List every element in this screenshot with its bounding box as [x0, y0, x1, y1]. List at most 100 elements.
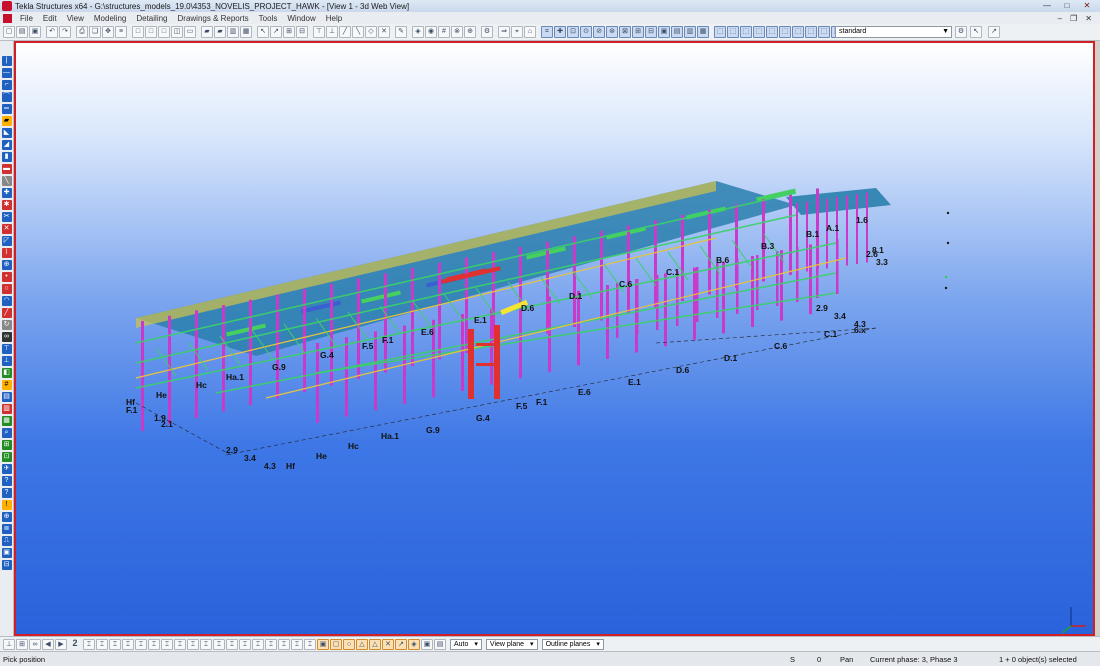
fitting-icon[interactable]: ✕: [1, 224, 12, 234]
rotate-icon[interactable]: ↻: [1, 320, 12, 330]
chamfer-icon[interactable]: ◸: [1, 236, 12, 246]
snap-icon-4[interactable]: ⊙: [580, 26, 592, 38]
mdi-minimize-button[interactable]: –: [1058, 14, 1062, 23]
folder-icon[interactable]: ▰: [201, 26, 213, 38]
maximize-button[interactable]: □: [1060, 1, 1074, 11]
select-filter-icon-6[interactable]: ⬚: [779, 26, 791, 38]
plate-icon[interactable]: ◇: [365, 26, 377, 38]
snap-icon-11[interactable]: ▤: [671, 26, 683, 38]
select-filter-icon-8[interactable]: ⬚: [805, 26, 817, 38]
arrow-right-bottom-icon[interactable]: ▶: [55, 638, 67, 650]
window-icon-2[interactable]: □: [145, 26, 157, 38]
brace-icon-2[interactable]: ╲: [352, 26, 364, 38]
snap-grid-icon[interactable]: ⌶: [213, 638, 225, 650]
fly-icon[interactable]: ✈: [1, 464, 12, 474]
menu-file[interactable]: File: [15, 14, 38, 23]
zoom-original-icon[interactable]: ⊡: [1, 452, 12, 462]
mdi-close-button[interactable]: ✕: [1085, 14, 1092, 23]
snap-extra-icon-4[interactable]: ⌶: [291, 638, 303, 650]
plane-mode-select[interactable]: View plane ▾: [485, 638, 538, 650]
select-icon-2[interactable]: ↗: [270, 26, 282, 38]
snap-center-icon[interactable]: ⌶: [109, 638, 121, 650]
snap-plane-icon[interactable]: ⌶: [239, 638, 251, 650]
view-filter-select[interactable]: standard ▼: [835, 26, 952, 38]
snap-icon-6[interactable]: ⊛: [606, 26, 618, 38]
menu-drawings-reports[interactable]: Drawings & Reports: [173, 14, 254, 23]
snap-extra-icon-3[interactable]: ⌶: [278, 638, 290, 650]
snap-icon-2[interactable]: ✚: [554, 26, 566, 38]
bolt-icon[interactable]: ✕: [378, 26, 390, 38]
snap-icon-10[interactable]: ▣: [658, 26, 670, 38]
filter-icon-2[interactable]: ⊟: [296, 26, 308, 38]
arrow-left-icon[interactable]: ◀: [42, 638, 54, 650]
select-filter-icon-3[interactable]: ⬚: [740, 26, 752, 38]
brace-icon[interactable]: ╱: [339, 26, 351, 38]
view-icon[interactable]: ⌂: [524, 26, 536, 38]
workplane-select-icon[interactable]: ▣: [421, 638, 433, 650]
bent-plate-icon[interactable]: ◢: [1, 140, 12, 150]
select-filter-icon-5[interactable]: ⬚: [766, 26, 778, 38]
select-filter-icon-2[interactable]: ⬚: [727, 26, 739, 38]
binoculars-bottom-icon[interactable]: ∞: [29, 638, 41, 650]
window-icon[interactable]: □: [132, 26, 144, 38]
marker-icon[interactable]: !: [1, 500, 12, 510]
arrow-right-icon[interactable]: ⇒: [498, 26, 510, 38]
snap-intersection-icon[interactable]: ⌶: [122, 638, 134, 650]
assembly-tool-icon[interactable]: ⊕: [1, 512, 12, 522]
pointer-select-icon[interactable]: ↖: [970, 26, 982, 38]
orange-snap-icon-8[interactable]: ◈: [408, 638, 420, 650]
model-view-3d[interactable]: Hf F.1 1.9 2.1 2.9 3.4 4.3 Hf He Hc Ha.1 G.9 G.4 F.5 F…: [14, 41, 1095, 636]
move-icon[interactable]: ✥: [102, 26, 114, 38]
help-icon[interactable]: ?: [1, 476, 12, 486]
snap-geom-icon[interactable]: ⌶: [200, 638, 212, 650]
contour-plate-icon[interactable]: ▰: [1, 116, 12, 126]
grid-icon[interactable]: #: [1, 380, 12, 390]
orange-snap-icon-6[interactable]: ✕: [382, 638, 394, 650]
snap-endpoint-icon[interactable]: ⌶: [83, 638, 95, 650]
organizer-icon[interactable]: ▣: [1, 548, 12, 558]
component-icon[interactable]: ✎: [395, 26, 407, 38]
beam-icon[interactable]: ⊤: [313, 26, 325, 38]
snap-icon-8[interactable]: ⊞: [632, 26, 644, 38]
circle-point-icon[interactable]: ○: [1, 284, 12, 294]
concrete-column-icon[interactable]: ▮: [1, 152, 12, 162]
snap-icon-12[interactable]: ▥: [684, 26, 696, 38]
work-plane-icon[interactable]: ◧: [1, 368, 12, 378]
arc-point-icon[interactable]: ◠: [1, 296, 12, 306]
orange-snap-icon-7[interactable]: ↗: [395, 638, 407, 650]
column-icon[interactable]: ⊥: [326, 26, 338, 38]
snap-mode-select[interactable]: Auto ▾: [450, 638, 482, 650]
properties-icon[interactable]: ≡: [115, 26, 127, 38]
menu-detailing[interactable]: Detailing: [131, 14, 172, 23]
pointer-icon[interactable]: ⌖: [511, 26, 523, 38]
section-icon[interactable]: ⎍: [1, 536, 12, 546]
assembly-icon[interactable]: ◉: [425, 26, 437, 38]
numbering-icon[interactable]: #: [438, 26, 450, 38]
orange-snap-icon-2[interactable]: ▢: [330, 638, 342, 650]
catalog-icon[interactable]: ⊕: [464, 26, 476, 38]
menu-edit[interactable]: Edit: [38, 14, 62, 23]
dimension-icon[interactable]: ⊥: [1, 356, 12, 366]
steel-beam-icon[interactable]: —: [1, 68, 12, 78]
zoom-icon[interactable]: ⌕: [1, 428, 12, 438]
open-icon[interactable]: ▤: [16, 26, 28, 38]
window-icon-3[interactable]: □: [158, 26, 170, 38]
snap-extra-icon-5[interactable]: ⌶: [304, 638, 316, 650]
snap-icon-3[interactable]: ⊡: [567, 26, 579, 38]
copy-icon[interactable]: ❏: [89, 26, 101, 38]
snap-line-icon[interactable]: ⌶: [148, 638, 160, 650]
measure-icon[interactable]: ⊤: [1, 344, 12, 354]
redo-icon[interactable]: ↷: [59, 26, 71, 38]
window-icon-4[interactable]: ◫: [171, 26, 183, 38]
plane-icon[interactable]: ⊥: [3, 638, 15, 650]
snap-override-icon[interactable]: ↗: [988, 26, 1000, 38]
hide-icon[interactable]: ▥: [1, 404, 12, 414]
model-canvas[interactable]: HfF.11.92.12.93.44.3 HfHeHcHa.1G.9G.4F.5 F…: [16, 43, 1093, 634]
list-icon[interactable]: ≣: [1, 524, 12, 534]
report-icon[interactable]: ▥: [227, 26, 239, 38]
snap-icon-9[interactable]: ⊟: [645, 26, 657, 38]
footing-icon[interactable]: ▬: [1, 164, 12, 174]
menu-help[interactable]: Help: [321, 14, 347, 23]
filter-icon[interactable]: ⊞: [283, 26, 295, 38]
folder-icon-2[interactable]: ▰: [214, 26, 226, 38]
